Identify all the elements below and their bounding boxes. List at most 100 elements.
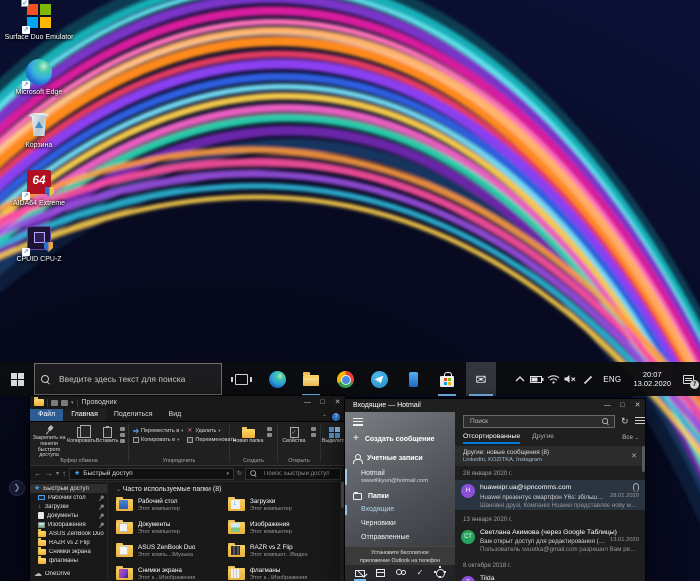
todo-nav-button[interactable]: ✓ — [413, 565, 427, 581]
folder-tile[interactable]: флагманы Этот к...\Изображения — [228, 565, 340, 581]
battery-icon[interactable] — [528, 362, 545, 396]
clock[interactable]: 20:07 13.02.2020 — [628, 370, 676, 389]
address-dropdown-icon[interactable]: ▾ — [226, 471, 229, 477]
tab-file[interactable]: Файл — [30, 408, 64, 421]
calendar-nav-button[interactable] — [373, 565, 387, 581]
task-view-button[interactable] — [226, 362, 256, 396]
explorer-search[interactable] — [245, 467, 341, 480]
folder-tile[interactable]: ASUS ZenBook Duo Этот компь...\Музыка — [116, 542, 228, 564]
help-icon[interactable]: ? — [332, 413, 340, 421]
folder-tile[interactable]: Изображения Этот компьютер — [228, 519, 340, 541]
sidebar-item-folder[interactable]: флагманы — [30, 556, 107, 565]
screenpad-toggle-button[interactable]: ❯ — [9, 480, 25, 496]
mail-titlebar[interactable]: Входящие — Hotmail — □ ✕ — [345, 399, 645, 412]
folder-tile[interactable]: Документы Этот компьютер — [116, 519, 228, 541]
folders-header[interactable]: Папки — [345, 492, 455, 500]
desktop-icon-microsoft-edge[interactable]: ↗ Microsoft Edge — [4, 58, 74, 97]
hamburger-menu-icon[interactable] — [353, 418, 363, 426]
maximize-button[interactable]: □ — [615, 399, 630, 412]
refresh-button[interactable]: ↻ — [237, 471, 242, 477]
compose-button[interactable]: + Создать сообщение — [345, 434, 455, 444]
tab-focused[interactable]: Отсортированные — [463, 431, 521, 444]
pin-to-quick-access-button[interactable]: Закрепить на панели быстрого доступа — [31, 424, 67, 458]
recent-locations-icon[interactable]: ▾ — [56, 471, 59, 477]
message-row[interactable]: H huaweipr.ua@spncomms.com Huawei презен… — [455, 480, 645, 510]
volume-muted-icon[interactable] — [562, 362, 579, 396]
taskbar-search[interactable] — [34, 363, 222, 395]
close-button[interactable]: ✕ — [630, 399, 645, 412]
paste-button[interactable]: Вставить — [96, 424, 119, 458]
folder-sent[interactable]: Отправленные — [345, 531, 455, 545]
chevron-down-icon[interactable]: ▾ — [71, 400, 74, 406]
tab-view[interactable]: Вид — [161, 408, 190, 421]
explorer-search-input[interactable] — [262, 469, 337, 478]
sidebar-item-desktop[interactable]: Рабочий стол — [30, 493, 107, 502]
address-field[interactable]: ★ Быстрый доступ ▾ — [69, 467, 234, 480]
outlook-promo-banner[interactable]: Установите бесплатное приложение Outlook… — [345, 546, 455, 565]
minimize-button[interactable]: — — [600, 399, 615, 412]
desktop-icon-aida64[interactable]: 64 ↗ AIDA64 Extreme — [4, 168, 74, 208]
tab-share[interactable]: Поделиться — [106, 408, 161, 421]
settings-nav-button[interactable] — [433, 565, 447, 581]
language-indicator[interactable]: ENG — [596, 375, 628, 384]
maximize-button[interactable]: □ — [315, 396, 330, 409]
message-row[interactable]: T Tilda — [455, 572, 645, 581]
move-to-button[interactable]: Переместить в ▾ — [133, 428, 183, 434]
copy-to-button[interactable]: Копировать в ▾ — [133, 437, 183, 443]
folder-tile[interactable]: Снимки экрана Этот к...\Изображения — [116, 565, 228, 581]
scrollbar[interactable] — [642, 446, 645, 472]
delete-button[interactable]: Удалить▾ — [187, 428, 235, 434]
mail-search-input[interactable] — [468, 417, 601, 426]
sidebar-item-folder[interactable]: Снимки экрана — [30, 547, 107, 556]
new-item-mini-buttons[interactable] — [265, 424, 274, 458]
tab-home[interactable]: Главная — [63, 408, 106, 421]
copy-button[interactable]: Копировать — [67, 424, 96, 458]
mail-nav-button[interactable] — [353, 565, 367, 581]
minimize-button[interactable]: — — [300, 396, 315, 409]
back-button[interactable]: ← — [34, 469, 42, 478]
message-row[interactable]: СТ Светлана Акимова (через Google Таблиц… — [455, 526, 645, 556]
taskbar-explorer-button[interactable] — [296, 362, 326, 396]
sidebar-item-quick-access[interactable]: ★ Быстрый доступ — [30, 484, 107, 493]
taskbar-phone-button[interactable] — [398, 362, 428, 396]
folder-tile[interactable]: ЗагрузкиЭтот компьютер — [228, 496, 340, 518]
taskbar-chrome-button[interactable] — [330, 362, 360, 396]
mail-search[interactable] — [463, 415, 615, 428]
sync-button[interactable]: ↻ — [621, 417, 629, 426]
select-button[interactable]: Выделить — [322, 424, 346, 458]
explorer-titlebar[interactable]: ▾ Проводник — □ ✕ — [30, 396, 345, 409]
tray-chevron-up-icon[interactable] — [511, 362, 528, 396]
close-icon[interactable]: ✕ — [631, 452, 637, 460]
sidebar-item-folder[interactable]: ASUS ZenBook Duo — [30, 529, 107, 538]
rename-button[interactable]: Переименовать — [187, 437, 236, 443]
tab-other[interactable]: Другие — [532, 431, 554, 444]
folder-drafts[interactable]: Черновики — [345, 517, 455, 531]
properties-button[interactable]: ✓ Свойства — [279, 424, 309, 458]
account-hotmail[interactable]: Hotmail sweetlikyuri@hotmail.com — [345, 468, 455, 486]
selection-mode-button[interactable] — [635, 417, 645, 426]
taskbar-edge-button[interactable] — [262, 362, 292, 396]
sidebar-item-folder[interactable]: RAZR vs Z Flip — [30, 538, 107, 547]
section-frequent-folders[interactable]: Часто используемые папки (8) — [116, 486, 337, 493]
filter-dropdown[interactable]: Все ⌄ — [622, 434, 639, 441]
collapse-ribbon-icon[interactable]: ⌃ — [322, 414, 327, 421]
open-mini-buttons[interactable] — [309, 424, 318, 458]
other-messages-banner[interactable]: Другие: новые сообщения (8) LinkedIn, KO… — [455, 446, 645, 466]
people-nav-button[interactable] — [393, 565, 407, 581]
folder-inbox[interactable]: Входящие — [345, 503, 455, 517]
taskbar-store-button[interactable] — [432, 362, 462, 396]
search-input[interactable] — [57, 373, 215, 385]
wifi-icon[interactable] — [545, 362, 562, 396]
sidebar-item-downloads[interactable]: ↓ Загрузки — [30, 502, 107, 511]
qat-icon[interactable] — [61, 399, 68, 406]
desktop-icon-recycle-bin[interactable]: Корзина — [4, 110, 74, 150]
folder-tile[interactable]: Рабочий стол Этот компьютер — [116, 496, 228, 518]
pen-icon[interactable] — [579, 362, 596, 396]
qat-icon[interactable] — [51, 399, 58, 406]
sidebar-item-documents[interactable]: Документы — [30, 511, 107, 520]
forward-button[interactable]: → — [45, 469, 53, 478]
action-center-button[interactable]: 7 — [676, 362, 700, 396]
desktop-icon-cpu-z[interactable]: ↗ CPUID CPU-Z — [4, 224, 74, 264]
sidebar-item-onedrive[interactable]: ☁ OneDrive — [30, 569, 107, 578]
sidebar-item-pictures[interactable]: Изображения — [30, 520, 107, 529]
